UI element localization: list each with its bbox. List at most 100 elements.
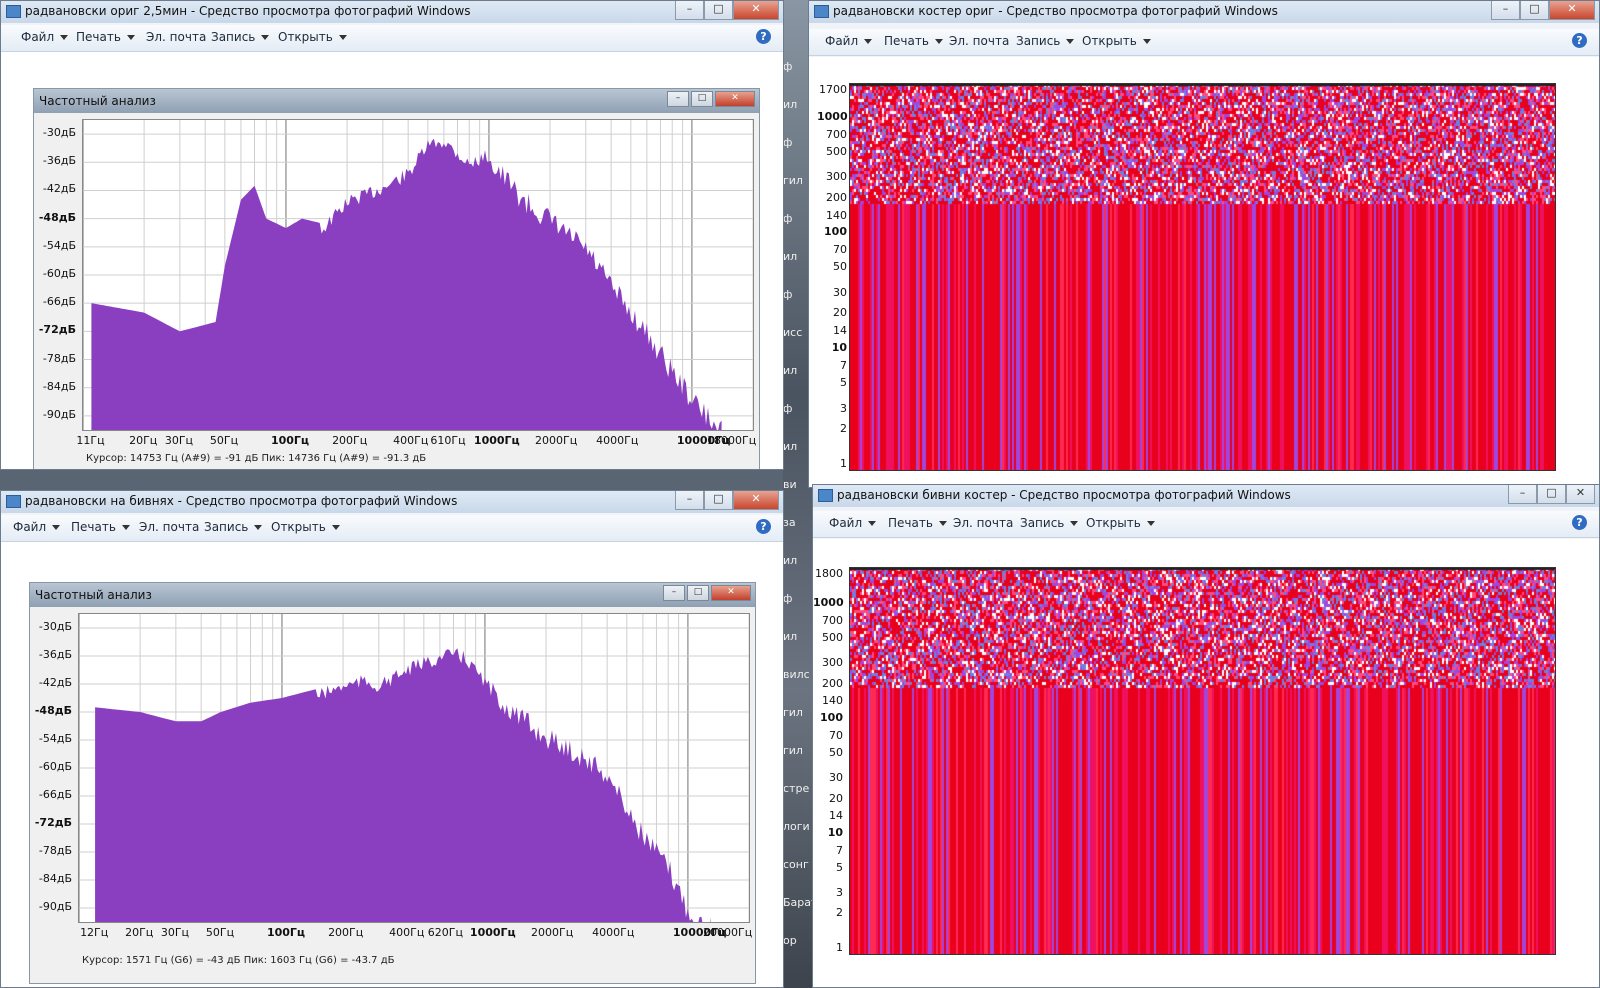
desktop-icon-label[interactable]: стре bbox=[783, 782, 809, 795]
panel-title: Частотный анализ bbox=[35, 588, 152, 602]
spectrogram-canvas bbox=[850, 568, 1555, 954]
desktop-icon-label[interactable]: ил bbox=[783, 440, 797, 453]
menu-file[interactable]: Файл bbox=[825, 34, 873, 48]
help-icon[interactable]: ? bbox=[756, 29, 771, 44]
image-content: 1700 1000 700 500 300 200 140 100 70 50 30 20 14 10 7 5… bbox=[809, 57, 1599, 487]
frequency-tick-label: 70 bbox=[829, 729, 843, 743]
desktop-icon-label[interactable]: ф bbox=[783, 592, 792, 605]
y-tick-label: -54дБ bbox=[38, 732, 72, 745]
menu-open[interactable]: Открыть bbox=[1086, 516, 1155, 530]
desktop-icon-label[interactable]: ил bbox=[783, 364, 797, 377]
frequency-tick-label: 700 bbox=[822, 614, 843, 628]
menu-file[interactable]: Файл bbox=[829, 516, 877, 530]
maximize-button[interactable]: □ bbox=[704, 491, 733, 510]
title-bar[interactable]: радвановски костер ориг - Средство просм… bbox=[809, 1, 1599, 23]
photo-viewer-icon bbox=[814, 5, 829, 18]
menu-email[interactable]: Эл. почта bbox=[953, 516, 1013, 530]
spectrogram-axis: 1800 1000 700 500 300 200 140 100 70 50 30 20 14 10 7 5… bbox=[813, 565, 849, 955]
frequency-tick-label: 50 bbox=[833, 260, 847, 274]
menu-burn[interactable]: Запись bbox=[204, 520, 263, 534]
desktop-icon-label[interactable]: ф bbox=[783, 60, 792, 73]
desktop-icon-label[interactable]: гил bbox=[783, 744, 803, 757]
help-icon[interactable]: ? bbox=[1572, 33, 1587, 48]
chevron-down-icon bbox=[1066, 39, 1075, 44]
desktop-icon-label[interactable]: ил bbox=[783, 250, 797, 263]
frequency-tick-label: 70 bbox=[833, 243, 847, 257]
maximize-button[interactable]: □ bbox=[704, 1, 733, 20]
minimize-button[interactable]: – bbox=[675, 491, 704, 510]
x-tick-label: 18000Гц bbox=[707, 434, 757, 447]
x-tick-label: 30Гц bbox=[160, 926, 190, 939]
menu-print[interactable]: Печать bbox=[71, 520, 130, 534]
chevron-down-icon bbox=[331, 525, 340, 530]
frequency-tick-label: 300 bbox=[822, 656, 843, 670]
desktop-icon-label[interactable]: вилс bbox=[783, 668, 810, 681]
maximize-button[interactable]: □ bbox=[1537, 485, 1566, 504]
menu-burn[interactable]: Запись bbox=[1016, 34, 1075, 48]
menu-file[interactable]: Файл bbox=[21, 30, 69, 44]
x-tick-label: 20Гц bbox=[129, 434, 158, 447]
menu-burn[interactable]: Запись bbox=[1020, 516, 1079, 530]
desktop-icon-label[interactable]: ор bbox=[783, 934, 797, 947]
menu-email[interactable]: Эл. почта bbox=[146, 30, 206, 44]
frequency-tick-label: 5 bbox=[840, 376, 847, 390]
help-icon[interactable]: ? bbox=[756, 519, 771, 534]
title-bar[interactable]: радвановски бивни костер - Средство прос… bbox=[813, 485, 1599, 507]
minimize-button[interactable]: – bbox=[1491, 1, 1520, 20]
minimize-button[interactable]: – bbox=[675, 1, 704, 20]
menu-burn[interactable]: Запись bbox=[211, 30, 270, 44]
title-bar[interactable]: радвановски ориг 2,5мин - Средство просм… bbox=[1, 1, 783, 23]
menu-email[interactable]: Эл. почта bbox=[139, 520, 199, 534]
desktop-icon-label[interactable]: гил bbox=[783, 706, 803, 719]
menu-open[interactable]: Открыть bbox=[278, 30, 347, 44]
desktop-icon-label[interactable]: ф bbox=[783, 136, 792, 149]
desktop-icon-label[interactable]: ил bbox=[783, 98, 797, 111]
close-button[interactable]: ✕ bbox=[733, 1, 779, 20]
window-title: радвановски ориг 2,5мин - Средство просм… bbox=[25, 4, 471, 18]
close-button[interactable]: ✕ bbox=[733, 491, 779, 510]
close-icon: ✕ bbox=[711, 585, 751, 601]
frequency-tick-label: 500 bbox=[822, 630, 843, 644]
title-bar[interactable]: радвановски на бивнях - Средство просмот… bbox=[1, 491, 783, 513]
menu-print[interactable]: Печать bbox=[888, 516, 947, 530]
frequency-tick-label: 200 bbox=[822, 676, 843, 690]
window-title: радвановски на бивнях - Средство просмот… bbox=[25, 494, 458, 508]
menu-file[interactable]: Файл bbox=[13, 520, 61, 534]
photo-viewer-window-3: радвановски костер ориг - Средство просм… bbox=[808, 0, 1600, 488]
chevron-down-icon bbox=[121, 525, 130, 530]
menu-open[interactable]: Открыть bbox=[1082, 34, 1151, 48]
desktop-icon-label[interactable]: исс bbox=[783, 326, 802, 339]
desktop-icon-label[interactable]: за bbox=[783, 516, 796, 529]
minimize-button[interactable]: – bbox=[1508, 485, 1537, 504]
frequency-tick-label: 1 bbox=[836, 941, 843, 954]
frequency-tick-label: 100 bbox=[820, 711, 843, 725]
desktop-icon-label[interactable]: ф bbox=[783, 212, 792, 225]
panel-title: Частотный анализ bbox=[39, 94, 156, 108]
close-icon: ✕ bbox=[715, 91, 755, 107]
desktop-icon-label[interactable]: сонг bbox=[783, 858, 809, 871]
menu-open[interactable]: Открыть bbox=[271, 520, 340, 534]
close-button[interactable]: ✕ bbox=[1566, 485, 1595, 504]
desktop-icon-label[interactable]: ил bbox=[783, 630, 797, 643]
photo-viewer-window-1: радвановски ориг 2,5мин - Средство просм… bbox=[0, 0, 784, 470]
frequency-tick-label: 50 bbox=[829, 745, 843, 759]
window-title: радвановски бивни костер - Средство прос… bbox=[837, 488, 1291, 502]
desktop-icon-label[interactable]: ф bbox=[783, 288, 792, 301]
photo-viewer-window-2: радвановски на бивнях - Средство просмот… bbox=[0, 490, 784, 988]
minimize-icon: – bbox=[667, 91, 689, 107]
menu-email[interactable]: Эл. почта bbox=[949, 34, 1009, 48]
desktop-icon-label[interactable]: ви bbox=[783, 478, 797, 491]
desktop-icon-label[interactable]: гил bbox=[783, 174, 803, 187]
desktop-icon-label[interactable]: логи bbox=[783, 820, 810, 833]
maximize-button[interactable]: □ bbox=[1520, 1, 1549, 20]
desktop-icon-label[interactable]: ил bbox=[783, 554, 797, 567]
y-tick-label: -90дБ bbox=[38, 900, 72, 913]
desktop-icon-label[interactable]: ф bbox=[783, 402, 792, 415]
x-tick-label: 20Гц bbox=[125, 926, 154, 939]
help-icon[interactable]: ? bbox=[1572, 515, 1587, 530]
menu-print[interactable]: Печать bbox=[884, 34, 943, 48]
frequency-tick-label: 14 bbox=[829, 809, 843, 823]
y-tick-label: -42дБ bbox=[38, 676, 72, 689]
close-button[interactable]: ✕ bbox=[1549, 1, 1595, 20]
menu-print[interactable]: Печать bbox=[76, 30, 135, 44]
